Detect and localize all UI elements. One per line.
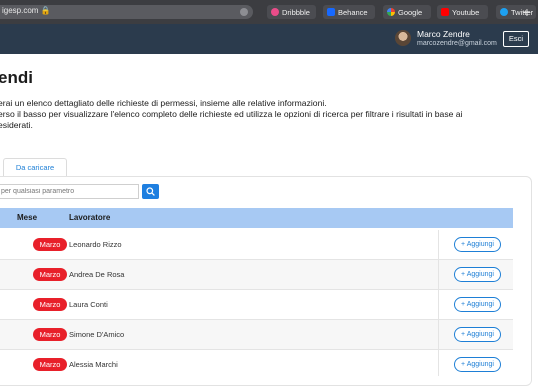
table-row: Marzo Andrea De Rosa + Aggiungi [0,260,513,290]
bookmark-label: Google [398,7,423,17]
column-divider [438,350,439,376]
browser-bar: igesp.com 🔒 Dribbble Behance Google Yout… [0,0,538,24]
tab-da-caricare[interactable]: Da caricare [3,158,67,176]
logout-button[interactable]: Esci [503,31,529,47]
month-badge: Marzo [33,238,67,251]
add-button[interactable]: + Aggiungi [454,357,501,372]
month-badge: Marzo [33,268,67,281]
worker-name: Andrea De Rosa [69,270,125,279]
add-button[interactable]: + Aggiungi [454,237,501,252]
dribbble-icon [271,8,279,16]
column-divider [438,320,439,349]
column-header-mese: Mese [17,213,38,222]
description-line: erso il basso per visualizzare l'elenco … [0,109,463,119]
search-icon [146,187,155,196]
twitter-icon [500,8,508,16]
bookmark-google[interactable]: Google [383,5,431,19]
new-tab-button[interactable]: + [519,3,535,21]
month-badge: Marzo [33,358,67,371]
bookmark-dribbble[interactable]: Dribbble [267,5,316,19]
search-button[interactable] [142,184,159,199]
month-badge: Marzo [33,298,67,311]
column-divider [438,260,439,289]
description-line: erai un elenco dettagliato delle richies… [0,98,327,108]
worker-name: Leonardo Rizzo [69,240,122,249]
column-divider [438,230,439,259]
avatar[interactable] [395,30,411,46]
worker-name: Simone D'Amico [69,330,125,339]
url-text: igesp.com 🔒 [2,6,51,15]
address-bar[interactable]: igesp.com 🔒 [0,5,253,19]
add-button[interactable]: + Aggiungi [454,297,501,312]
search-input[interactable] [0,184,139,199]
behance-icon [327,8,335,16]
add-button[interactable]: + Aggiungi [454,267,501,282]
google-icon [387,8,395,16]
month-badge: Marzo [33,328,67,341]
clear-url-icon[interactable] [240,8,248,16]
user-name: Marco Zendre [417,29,470,39]
add-button[interactable]: + Aggiungi [454,327,501,342]
bookmark-label: Youtube [452,7,480,17]
column-header-lavoratore: Lavoratore [69,213,111,222]
table-row: Marzo Alessia Marchi + Aggiungi [0,350,513,376]
user-email: marcozendre@gmail.com [417,40,497,47]
youtube-icon [441,8,449,16]
worker-name: Alessia Marchi [69,360,118,369]
page-title: endi [0,68,33,87]
table-row: Marzo Leonardo Rizzo + Aggiungi [0,230,513,260]
column-divider [438,290,439,319]
bookmark-label: Dribbble [282,7,310,17]
bookmark-label: Behance [338,7,368,17]
table-row: Marzo Laura Conti + Aggiungi [0,290,513,320]
worker-name: Laura Conti [69,300,108,309]
table-row: Marzo Simone D'Amico + Aggiungi [0,320,513,350]
page-description: erai un elenco dettagliato delle richies… [0,98,463,131]
bookmark-behance[interactable]: Behance [323,5,375,19]
bookmark-youtube[interactable]: Youtube [437,5,488,19]
description-line: esiderati. [0,120,33,130]
